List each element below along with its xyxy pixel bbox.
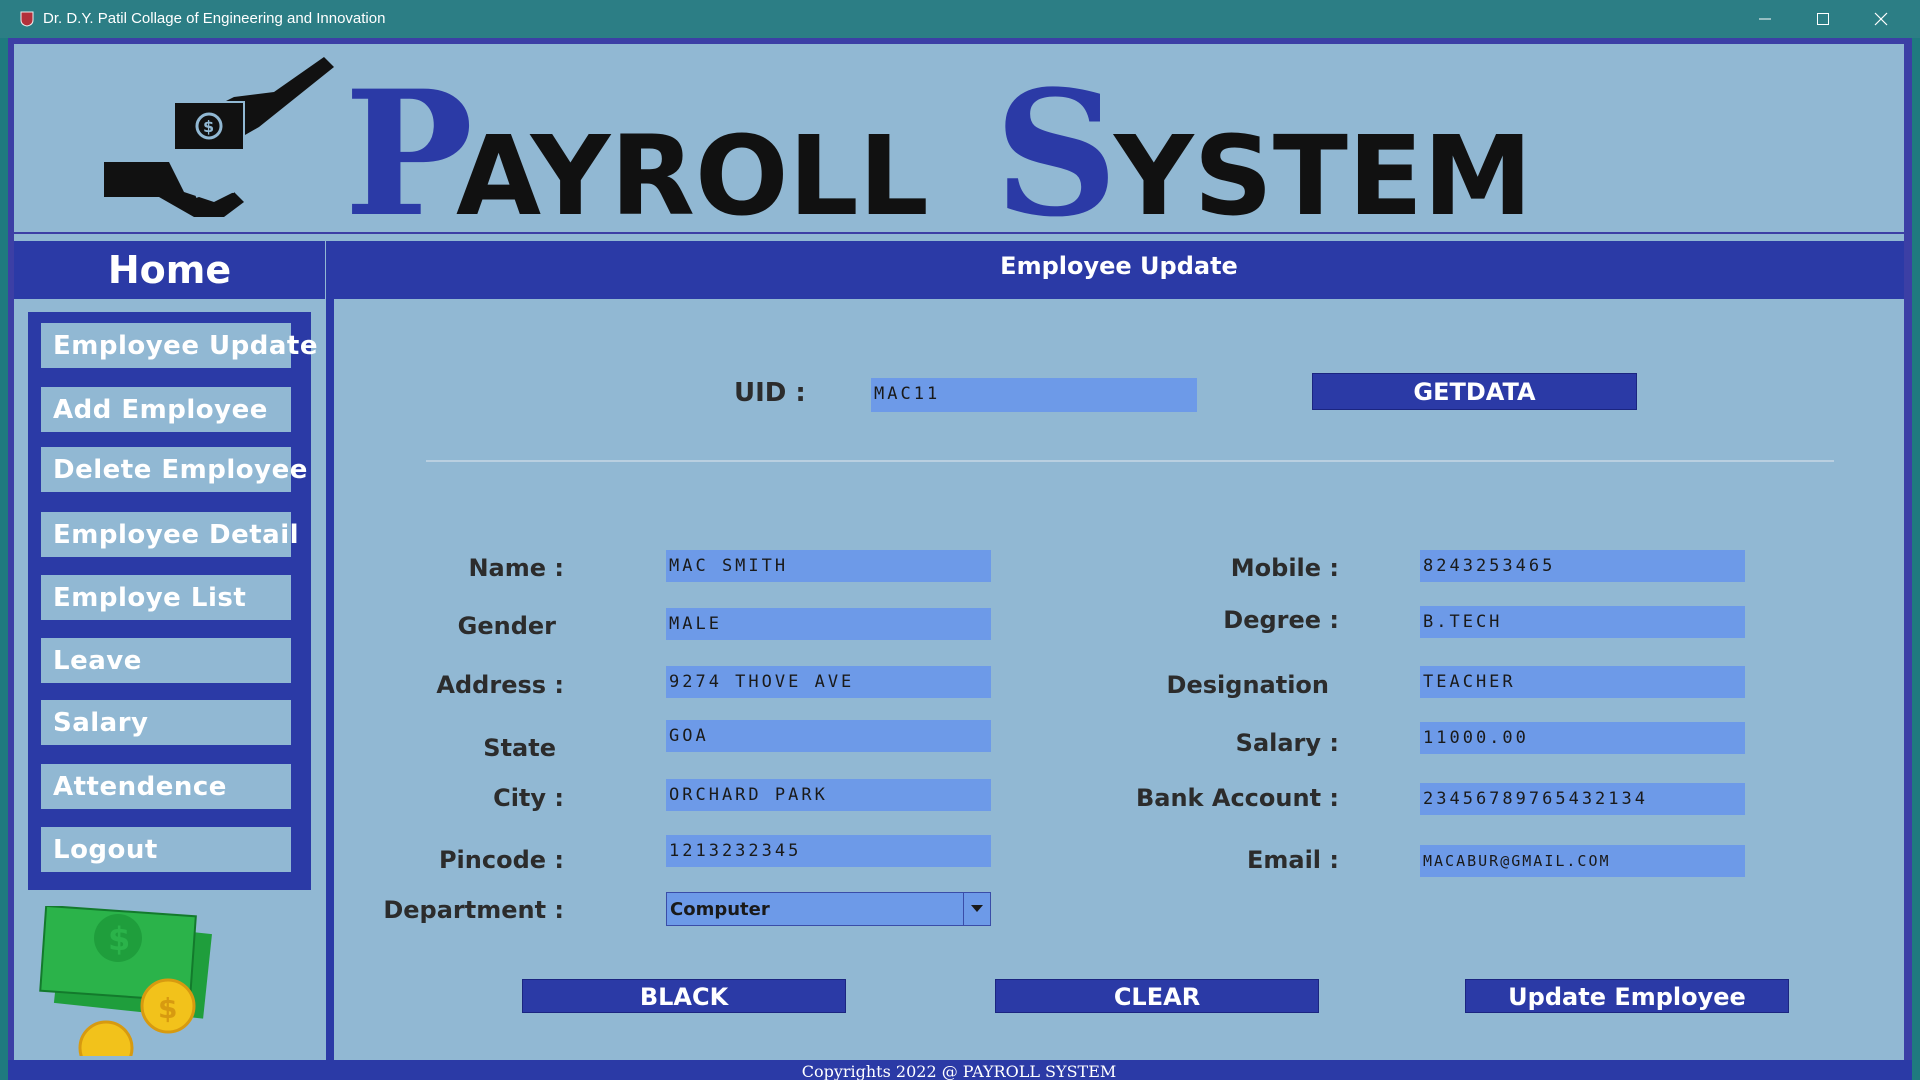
sidebar-item-label: Employe List [53, 582, 247, 613]
address-input[interactable]: 9274 THOVE AVE [666, 666, 991, 698]
sidebar-item-attendence[interactable]: Attendence [36, 759, 296, 814]
money-cash-icon: $ $ [39, 906, 212, 1056]
form-separator [426, 460, 1834, 462]
update-employee-button[interactable]: Update Employee [1465, 979, 1789, 1013]
department-select[interactable]: Computer [666, 892, 991, 926]
svg-text:P: P [344, 52, 473, 232]
department-value: Computer [670, 899, 770, 920]
banner: $ P AYROLL S YSTEM [14, 44, 1904, 232]
gender-input[interactable]: MALE [666, 608, 991, 640]
name-input[interactable]: MAC SMITH [666, 550, 991, 582]
uid-label: UID : [734, 378, 806, 408]
salary-label: Salary : [1235, 729, 1339, 757]
svg-text:YSTEM: YSTEM [1112, 112, 1533, 232]
city-label: City : [493, 784, 564, 812]
clear-button[interactable]: CLEAR [995, 979, 1319, 1013]
sidebar-item-employe-list[interactable]: Employe List [36, 570, 296, 625]
degree-label: Degree : [1223, 606, 1339, 634]
page-title: Employee Update [334, 241, 1904, 299]
banner-divider [14, 232, 1904, 234]
uid-input[interactable]: MAC11 [871, 378, 1197, 412]
banner-title: P AYROLL S YSTEM [344, 52, 1533, 232]
svg-text:AYROLL: AYROLL [456, 112, 929, 232]
minimize-icon [1759, 18, 1771, 20]
close-icon [1874, 12, 1888, 26]
window-titlebar: Dr. D.Y. Patil Collage of Engineering an… [0, 0, 1920, 38]
sidebar-item-delete-employee[interactable]: Delete Employee [36, 442, 307, 497]
sidebar-item-label: Delete Employee [53, 454, 308, 485]
back-button[interactable]: BLACK [522, 979, 846, 1013]
sidebar-item-label: Attendence [53, 771, 227, 802]
name-label: Name : [468, 554, 564, 582]
city-input[interactable]: ORCHARD PARK [666, 779, 991, 811]
gender-label: Gender [457, 612, 556, 640]
bank-account-label: Bank Account : [1135, 784, 1339, 812]
sidebar-item-label: Logout [53, 834, 158, 865]
close-button[interactable] [1852, 0, 1910, 38]
pincode-label: Pincode : [438, 846, 564, 874]
email-input[interactable]: MACABUR@GMAIL.COM [1420, 845, 1745, 877]
maximize-icon [1817, 13, 1829, 25]
vertical-divider [326, 241, 334, 1064]
svg-text:$: $ [158, 992, 177, 1025]
window-title: Dr. D.Y. Patil Collage of Engineering an… [43, 10, 386, 27]
minimize-button[interactable] [1736, 0, 1794, 38]
svg-text:$: $ [203, 117, 214, 136]
payment-hands-icon: $ [104, 57, 334, 217]
bank-account-input[interactable]: 23456789765432134 [1420, 783, 1745, 815]
sidebar-item-label: Employee Update [53, 330, 318, 361]
mobile-input[interactable]: 8243253465 [1420, 550, 1745, 582]
app-icon [20, 11, 34, 27]
sidebar-item-employee-update[interactable]: Employee Update [36, 318, 317, 373]
getdata-button[interactable]: GETDATA [1312, 373, 1637, 410]
pincode-input[interactable]: 1213232345 [666, 835, 991, 867]
email-label: Email : [1246, 846, 1339, 874]
salary-input[interactable]: 11000.00 [1420, 722, 1745, 754]
degree-input[interactable]: B.TECH [1420, 606, 1745, 638]
app-content: $ P AYROLL S YSTEM Home Employee Update … [14, 44, 1904, 1064]
department-label: Department : [383, 896, 564, 924]
state-input[interactable]: GOA [666, 720, 991, 752]
designation-label: Designation [1166, 671, 1329, 699]
address-label: Address : [436, 671, 564, 699]
sidebar-item-label: Leave [53, 645, 142, 676]
sidebar-item-employee-detail[interactable]: Employee Detail [36, 507, 300, 562]
sidebar-item-label: Employee Detail [53, 519, 300, 550]
sidebar-item-label: Salary [53, 707, 149, 738]
home-header[interactable]: Home [14, 241, 325, 299]
state-label: State [483, 734, 556, 762]
svg-text:S: S [994, 52, 1118, 232]
sidebar-item-logout[interactable]: Logout [36, 822, 296, 877]
svg-text:$: $ [108, 920, 130, 958]
sidebar-item-add-employee[interactable]: Add Employee [36, 382, 296, 437]
mobile-label: Mobile : [1230, 554, 1339, 582]
sidebar-item-label: Add Employee [53, 394, 268, 425]
designation-input[interactable]: TEACHER [1420, 666, 1745, 698]
maximize-button[interactable] [1794, 0, 1852, 38]
chevron-down-icon[interactable] [963, 893, 990, 925]
sidebar-menu: Employee Update Add Employee Delete Empl… [28, 312, 317, 890]
sidebar-item-leave[interactable]: Leave [36, 633, 296, 688]
footer-copyright: Copyrights 2022 @ PAYROLL SYSTEM [801, 1064, 1117, 1080]
sidebar-item-salary[interactable]: Salary [36, 695, 296, 750]
